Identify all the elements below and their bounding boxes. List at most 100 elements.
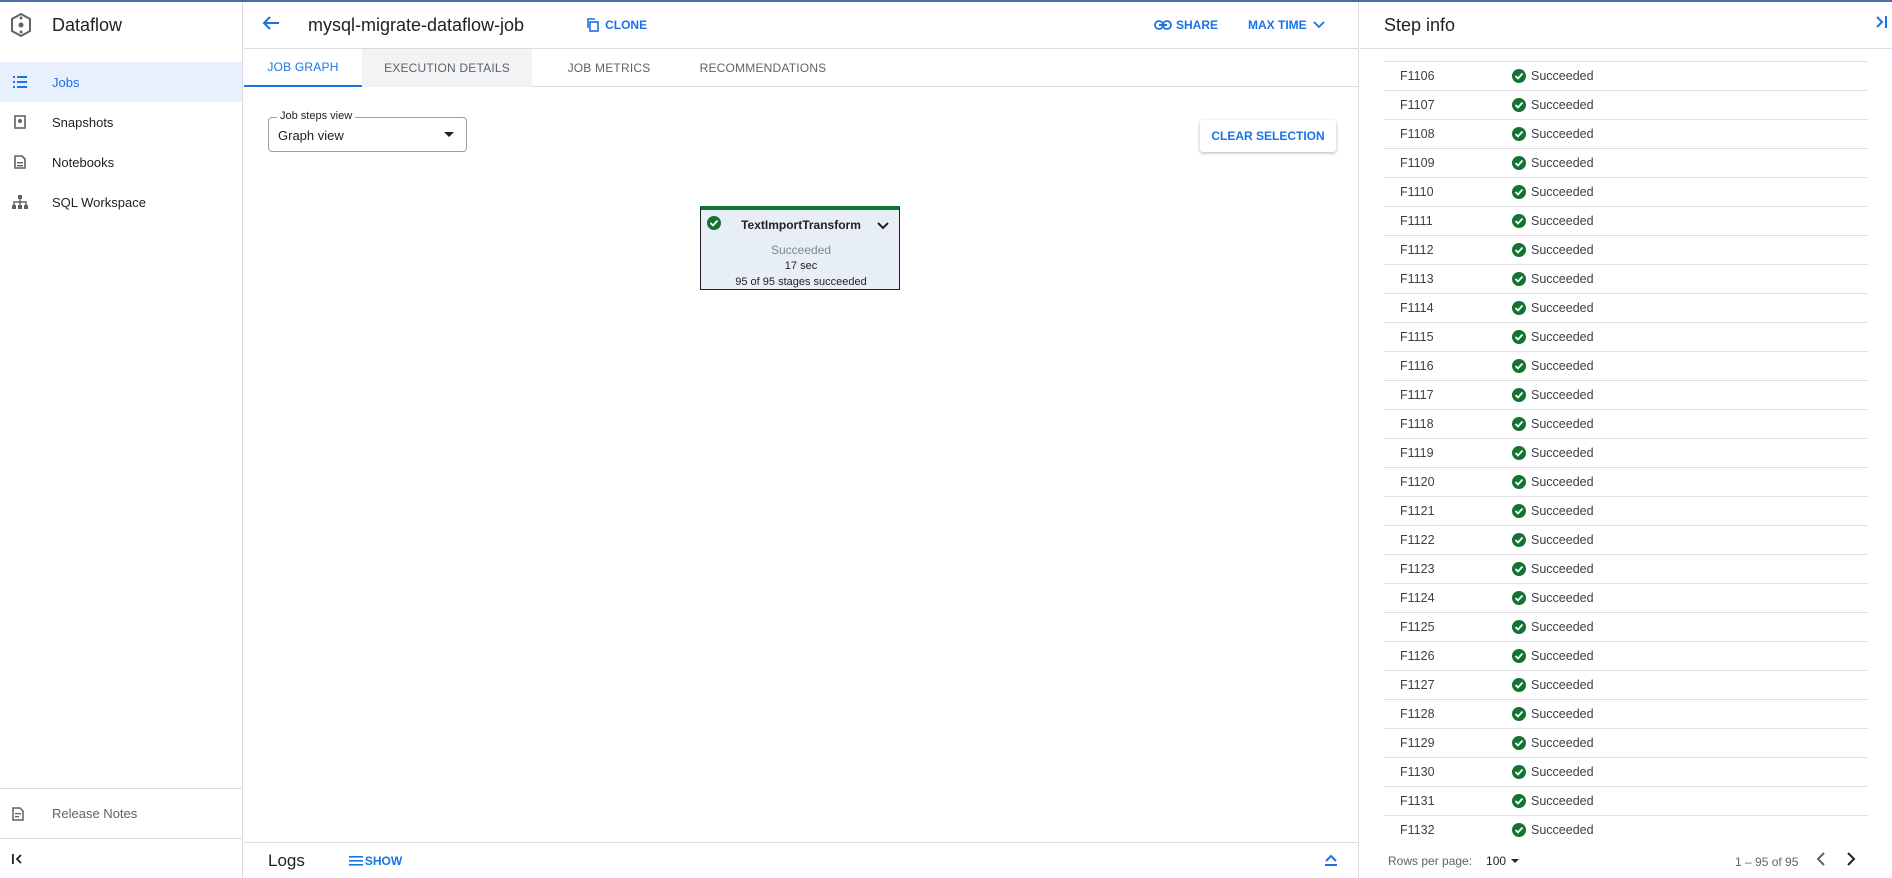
step-info-header: Step info [1360,2,1892,49]
step-status-label: Succeeded [1531,98,1594,112]
share-button[interactable]: SHARE [1154,18,1218,32]
table-row[interactable]: F1130 Succeeded [1384,758,1868,787]
check-circle-icon [1512,475,1526,489]
sidebar-item-label: Notebooks [52,154,115,170]
notebook-icon [12,154,28,170]
step-status-label: Succeeded [1531,475,1594,489]
table-row[interactable]: F1129 Succeeded [1384,729,1868,758]
chevron-right-icon[interactable] [1846,852,1856,866]
table-row[interactable]: F1124 Succeeded [1384,584,1868,613]
step-info-panel: Step info F1106 Succeeded F1107 Succeeded F1… [1360,2,1892,878]
max-time-dropdown[interactable]: MAX TIME [1248,18,1325,32]
step-status: Succeeded [1512,388,1594,402]
sidebar-item-jobs[interactable]: Jobs [0,62,242,102]
sidebar-item-snapshots[interactable]: Snapshots [0,102,242,142]
dataflow-logo-icon [11,12,31,38]
check-circle-icon [1512,707,1526,721]
chevron-down-icon[interactable] [877,222,889,230]
table-row[interactable]: F1106 Succeeded [1384,62,1868,91]
check-circle-icon [1512,185,1526,199]
table-row[interactable]: F1118 Succeeded [1384,410,1868,439]
check-circle-icon [1512,214,1526,228]
step-id: F1108 [1400,127,1435,141]
step-status: Succeeded [1512,156,1594,170]
rows-per-page-select[interactable]: 100 [1486,854,1520,868]
table-row[interactable]: F1131 Succeeded [1384,787,1868,816]
step-status: Succeeded [1512,736,1594,750]
table-row[interactable]: F1112 Succeeded [1384,236,1868,265]
tab-recommendations[interactable]: RECOMMENDATIONS [686,49,840,87]
table-row[interactable]: F1110 Succeeded [1384,178,1868,207]
step-status-label: Succeeded [1531,736,1594,750]
step-status-label: Succeeded [1531,359,1594,373]
table-row[interactable]: F1132 Succeeded [1384,816,1868,844]
table-row[interactable]: F1120 Succeeded [1384,468,1868,497]
step-status: Succeeded [1512,301,1594,315]
step-id: F1115 [1400,330,1434,344]
check-circle-icon [1512,765,1526,779]
node-duration: 17 sec [784,260,818,272]
step-status: Succeeded [1512,446,1594,460]
step-status-label: Succeeded [1531,533,1594,547]
close-panel-icon[interactable] [1874,15,1888,29]
check-circle-icon [1512,678,1526,692]
tab-job-graph[interactable]: JOB GRAPH [244,49,362,87]
step-status-label: Succeeded [1531,823,1594,837]
tab-job-metrics[interactable]: JOB METRICS [532,49,686,87]
step-status-label: Succeeded [1531,649,1594,663]
step-status: Succeeded [1512,649,1594,663]
check-circle-icon [1512,504,1526,518]
check-circle-icon [1512,359,1526,373]
step-id: F1110 [1400,185,1434,199]
table-row[interactable]: F1126 Succeeded [1384,642,1868,671]
list-icon [12,74,28,90]
node-status: Succeeded [770,243,832,257]
step-id: F1124 [1400,591,1435,605]
sidebar-item-label: SQL Workspace [52,194,146,210]
brand[interactable]: Dataflow [0,2,242,48]
panel-divider [1358,2,1359,878]
table-row[interactable]: F1123 Succeeded [1384,555,1868,584]
table-row[interactable]: F1116 Succeeded [1384,352,1868,381]
step-id: F1106 [1400,69,1435,83]
sidebar-item-notebooks[interactable]: Notebooks [0,142,242,182]
table-row[interactable]: F1109 Succeeded [1384,149,1868,178]
job-title: mysql-migrate-dataflow-job [308,14,525,35]
release-notes-link[interactable]: Release Notes [0,788,243,838]
step-id: F1122 [1400,533,1435,547]
step-status-label: Succeeded [1531,794,1594,808]
table-row[interactable]: F1108 Succeeded [1384,120,1868,149]
table-row[interactable]: F1113 Succeeded [1384,265,1868,294]
table-row[interactable]: F1128 Succeeded [1384,700,1868,729]
check-circle-icon [1512,823,1526,837]
table-row[interactable]: F1119 Succeeded [1384,439,1868,468]
sidebar-item-sql-workspace[interactable]: SQL Workspace [0,182,242,222]
step-status-label: Succeeded [1531,185,1594,199]
check-circle-icon [1512,243,1526,257]
graph-node-text-import-transform[interactable]: TextImportTransform Succeeded 17 sec 95 … [700,206,900,290]
collapse-sidebar-button[interactable] [0,838,243,878]
tab-execution-details[interactable]: EXECUTION DETAILS [362,49,532,87]
step-id: F1117 [1400,388,1434,402]
table-row[interactable]: F1127 Succeeded [1384,671,1868,700]
table-row[interactable]: F1115 Succeeded [1384,323,1868,352]
step-status: Succeeded [1512,504,1594,518]
table-row[interactable]: F1117 Succeeded [1384,381,1868,410]
expand-up-icon[interactable] [1324,853,1338,867]
table-row[interactable]: F1111 Succeeded [1384,207,1868,236]
table-row[interactable]: F1107 Succeeded [1384,91,1868,120]
step-id: F1112 [1400,243,1434,257]
step-id: F1132 [1400,823,1435,837]
step-id: F1116 [1400,359,1434,373]
job-steps-view-select[interactable]: Job steps view Graph view [268,110,467,152]
step-id: F1127 [1400,678,1435,692]
table-row[interactable]: F1125 Succeeded [1384,613,1868,642]
chevron-left-icon[interactable] [1816,852,1826,866]
back-arrow-icon[interactable] [262,14,282,37]
table-row[interactable]: F1114 Succeeded [1384,294,1868,323]
clear-selection-button[interactable]: CLEAR SELECTION [1200,120,1336,152]
clone-button[interactable]: CLONE [586,18,647,32]
table-row[interactable]: F1122 Succeeded [1384,526,1868,555]
table-row[interactable]: F1121 Succeeded [1384,497,1868,526]
logs-show-button[interactable]: SHOW [348,854,402,868]
